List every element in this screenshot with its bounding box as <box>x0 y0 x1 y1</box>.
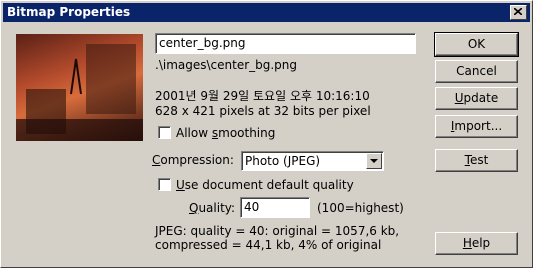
image-dimensions: 628 x 421 pixels at 32 bits per pixel <box>155 104 371 118</box>
compression-summary-line2: compressed = 44,1 kb, 4% of original <box>155 238 382 252</box>
quality-input[interactable]: 40 <box>240 197 310 218</box>
close-button[interactable] <box>510 5 527 20</box>
quality-label: Quality: <box>189 201 236 215</box>
close-icon <box>514 8 522 15</box>
test-button[interactable]: Test <box>435 149 518 172</box>
ok-button[interactable]: OK <box>434 32 519 57</box>
use-default-quality-label: Use document default quality <box>176 178 354 192</box>
chevron-down-icon[interactable] <box>366 153 382 169</box>
update-button[interactable]: Update <box>435 87 518 110</box>
image-preview <box>16 34 143 141</box>
help-button[interactable]: Help <box>435 232 518 255</box>
cancel-button[interactable]: Cancel <box>435 60 518 83</box>
title-bar: Bitmap Properties <box>3 3 530 22</box>
allow-smoothing-label: Allow smoothing <box>176 126 276 140</box>
filename-field[interactable]: center_bg.png <box>155 33 416 54</box>
compression-select[interactable]: Photo (JPEG) <box>241 151 384 171</box>
quality-hint: (100=highest) <box>317 201 404 215</box>
file-path: .\images\center_bg.png <box>155 58 298 72</box>
compression-summary-line1: JPEG: quality = 40: original = 1057,6 kb… <box>155 224 400 238</box>
dialog-title: Bitmap Properties <box>7 5 131 19</box>
compression-label: Compression: <box>152 153 234 167</box>
import-button[interactable]: Import... <box>435 115 518 138</box>
file-modified-date: 2001년 9월 29일 토요일 오후 10:16:10 <box>155 89 370 103</box>
use-default-quality-checkbox[interactable] <box>158 178 171 191</box>
bitmap-properties-dialog: Bitmap Properties center_bg.png .\images… <box>0 0 533 268</box>
allow-smoothing-checkbox[interactable] <box>158 126 171 139</box>
